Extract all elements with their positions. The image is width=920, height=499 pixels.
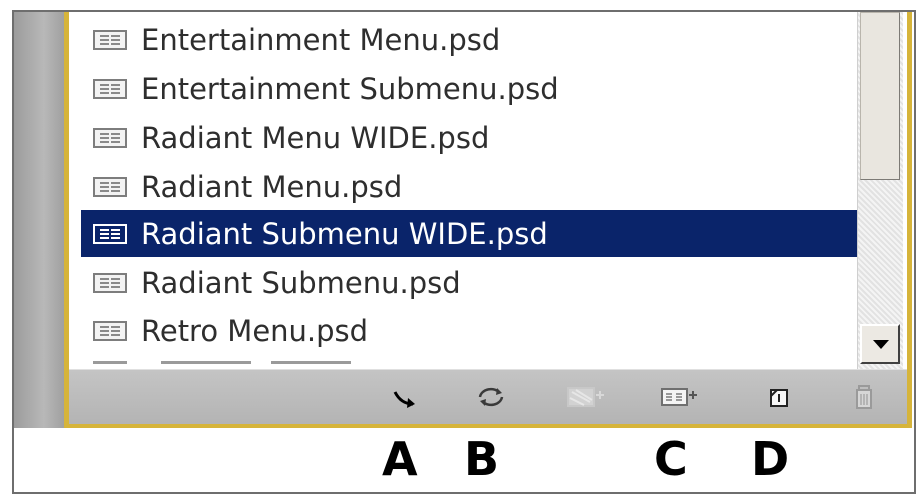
scroll-down-button[interactable] [860, 324, 900, 364]
list-item-partial [81, 361, 857, 364]
list-item[interactable]: Entertainment Menu.psd [81, 16, 857, 63]
go-to-button[interactable] [387, 378, 427, 416]
menu-file-icon [93, 223, 127, 244]
file-name: Radiant Submenu WIDE.psd [141, 216, 548, 251]
vertical-scrollbar[interactable] [857, 12, 903, 372]
refresh-button[interactable] [471, 378, 511, 416]
menu-file-icon [93, 78, 127, 99]
menu-file-icon [93, 320, 127, 341]
file-name: Entertainment Menu.psd [141, 22, 501, 57]
panel-toolbar [69, 369, 907, 424]
apply-menu-icon [567, 387, 604, 407]
apply-submenu-icon [661, 388, 697, 406]
list-item[interactable]: Entertainment Submenu.psd [81, 65, 857, 112]
list-item[interactable]: Retro Menu.psd [81, 307, 857, 354]
caption-d: D [751, 432, 790, 486]
menu-file-icon [93, 176, 127, 197]
file-name: Radiant Menu WIDE.psd [141, 120, 490, 155]
scroll-thumb[interactable] [860, 12, 900, 180]
list-item[interactable]: Radiant Submenu.psd [81, 259, 857, 306]
caption-b: B [464, 432, 500, 486]
refresh-icon [478, 387, 504, 407]
apply-submenu-button[interactable] [659, 378, 699, 416]
file-name: Retro Menu.psd [141, 313, 369, 348]
menu-template-panel: Entertainment Menu.psd Entertainment Sub… [64, 12, 912, 428]
apply-menu-button[interactable] [566, 378, 606, 416]
menu-file-icon [93, 272, 127, 293]
trash-icon [856, 385, 872, 409]
menu-file-icon [93, 127, 127, 148]
menu-file-icon [93, 29, 127, 50]
caption-row: A B C D [14, 428, 914, 494]
caption-a: A [382, 432, 418, 486]
list-item-selected[interactable]: Radiant Submenu WIDE.psd [81, 210, 857, 257]
caption-c: C [654, 432, 688, 486]
go-to-arrow-icon [393, 391, 415, 408]
new-page-icon [770, 389, 788, 407]
new-page-button[interactable] [759, 378, 799, 416]
file-list[interactable]: Entertainment Menu.psd Entertainment Sub… [81, 12, 857, 364]
file-name: Radiant Submenu.psd [141, 265, 461, 300]
file-name: Radiant Menu.psd [141, 169, 403, 204]
panel-frame: Entertainment Menu.psd Entertainment Sub… [12, 10, 916, 494]
list-item[interactable]: Radiant Menu.psd [81, 163, 857, 210]
list-item[interactable]: Radiant Menu WIDE.psd [81, 114, 857, 161]
delete-button[interactable] [845, 378, 885, 416]
file-name: Entertainment Submenu.psd [141, 71, 559, 106]
side-rail [14, 12, 65, 428]
